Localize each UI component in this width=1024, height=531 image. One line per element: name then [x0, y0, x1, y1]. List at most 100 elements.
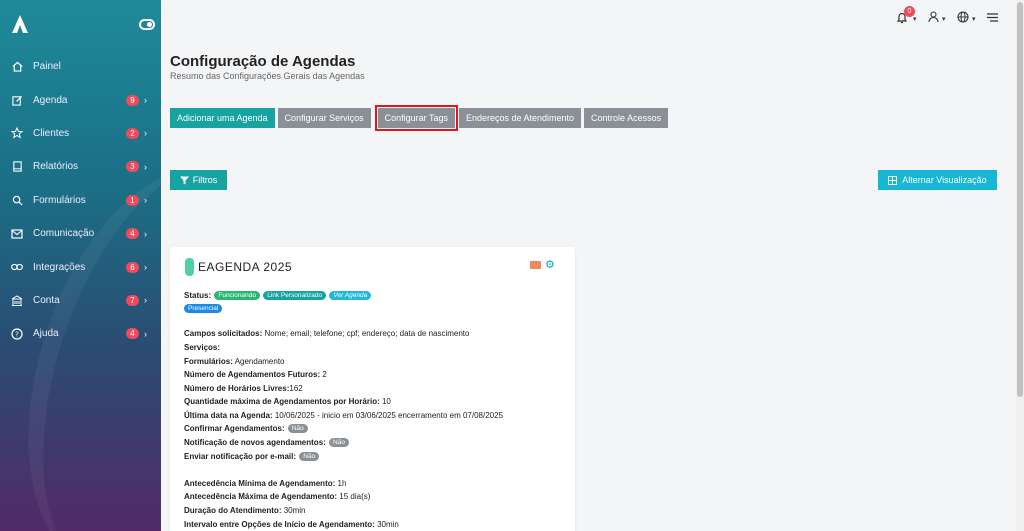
detail-label: Duração do Atendimento: — [184, 506, 282, 515]
globe-icon[interactable] — [957, 11, 969, 23]
detail-label: Antecedência Mínima de Agendamento: — [184, 479, 336, 488]
detail-value: Agendamento — [232, 357, 285, 366]
view-agenda-link[interactable]: Ver Agenda — [329, 291, 372, 301]
sidebar-toggle-icon[interactable] — [139, 19, 155, 30]
chevron-right-icon: › — [144, 161, 147, 172]
status-label: Status: — [184, 291, 212, 300]
sidebar-item-clientes[interactable]: Clientes 2 › — [0, 117, 161, 150]
sidebar-item-label: Ajuda — [33, 328, 59, 340]
no-badge: Não — [329, 438, 349, 448]
chevron-down-icon[interactable]: ▾ — [972, 15, 976, 23]
help-icon: ? — [11, 328, 23, 340]
detail-row: Número de Agendamentos Futuros: 2 — [184, 370, 327, 379]
status-marker — [185, 258, 194, 276]
mail-icon[interactable] — [530, 261, 541, 269]
detail-label: Serviços: — [184, 343, 221, 352]
agenda-card: EAGENDA 2025 ⚙ Status: Funcionando Link … — [170, 247, 575, 531]
detail-value: 10/06/2025 - inicio em 03/06/2025 encerr… — [272, 411, 503, 420]
page-subtitle: Resumo das Configurações Gerais das Agen… — [170, 71, 365, 81]
custom-link-badge[interactable]: Link Personalizado — [263, 291, 327, 301]
sidebar-item-comunicacao[interactable]: Comunicação 4 › — [0, 217, 161, 250]
sidebar-item-agenda[interactable]: Agenda 9 › — [0, 83, 161, 116]
count-badge: 3 — [126, 161, 139, 173]
detail-row: Notificação de novos agendamentos: Não — [184, 438, 349, 448]
toggle-view-button[interactable]: Alternar Visualização — [878, 170, 997, 190]
detail-row: Formulários: Agendamento — [184, 357, 285, 366]
detail-value: 1h — [335, 479, 347, 488]
configure-tags-button[interactable]: Configurar Tags — [374, 105, 458, 131]
sidebar-item-label: Comunicação — [33, 228, 95, 240]
detail-row: Confirmar Agendamentos: Não — [184, 424, 308, 434]
scrollbar-thumb[interactable] — [1017, 2, 1023, 397]
add-agenda-button[interactable]: Adicionar uma Agenda — [170, 108, 275, 128]
count-badge: 6 — [126, 261, 139, 273]
filters-label: Filtros — [192, 175, 218, 185]
detail-value: 30min — [374, 520, 399, 529]
sidebar-nav: Painel Agenda 9 › Clientes 2 › Relatório… — [0, 50, 161, 351]
building-icon — [11, 294, 23, 306]
book-icon — [11, 161, 23, 173]
sidebar-item-relatorios[interactable]: Relatórios 3 › — [0, 150, 161, 183]
link-icon — [11, 261, 23, 273]
sidebar-item-label: Integrações — [33, 261, 86, 273]
detail-value: Nome; email; telefone; cpf; endereço; da… — [262, 329, 470, 338]
svg-text:?: ? — [15, 330, 19, 338]
count-badge: 4 — [126, 328, 139, 340]
sidebar-item-ajuda[interactable]: ? Ajuda 4 › — [0, 317, 161, 350]
agenda-title: EAGENDA 2025 — [198, 260, 293, 274]
sidebar: Painel Agenda 9 › Clientes 2 › Relatório… — [0, 0, 161, 531]
detail-label: Última data na Agenda: — [184, 411, 273, 420]
service-addresses-button[interactable]: Endereços de Atendimento — [458, 108, 582, 128]
detail-label: Número de Horários Livres: — [184, 384, 290, 393]
detail-label: Campos solicitados: — [184, 329, 263, 338]
count-badge: 9 — [126, 94, 139, 106]
search-icon — [11, 194, 23, 206]
chevron-down-icon[interactable]: ▾ — [942, 15, 946, 23]
detail-label: Quantidade máxima de Agendamentos por Ho… — [184, 397, 380, 406]
detail-row: Número de Horários Livres:162 — [184, 384, 303, 393]
sidebar-item-label: Agenda — [33, 94, 68, 106]
detail-row: Antecedência Máxima de Agendamento: 15 d… — [184, 492, 370, 501]
sidebar-item-conta[interactable]: Conta 7 › — [0, 284, 161, 317]
settings-gear-icon[interactable]: ⚙ — [545, 258, 555, 271]
chevron-right-icon: › — [144, 262, 147, 273]
chevron-right-icon: › — [144, 328, 147, 339]
chevron-right-icon: › — [144, 95, 147, 106]
sidebar-item-label: Painel — [33, 61, 61, 73]
detail-label: Antecedência Máxima de Agendamento: — [184, 492, 338, 501]
detail-value: 162 — [289, 384, 303, 393]
status-badge: Funcionando — [214, 291, 260, 301]
no-badge: Não — [287, 424, 308, 434]
detail-row: Duração do Atendimento: 30min — [184, 506, 306, 515]
chevron-down-icon[interactable]: ▾ — [913, 15, 917, 23]
mail-icon — [11, 228, 23, 240]
page-scrollbar[interactable] — [1016, 0, 1024, 531]
sidebar-item-painel[interactable]: Painel — [0, 50, 161, 83]
chevron-right-icon: › — [144, 295, 147, 306]
filters-button[interactable]: Filtros — [170, 170, 227, 190]
sidebar-item-integracoes[interactable]: Integrações 6 › — [0, 250, 161, 283]
detail-label: Notificação de novos agendamentos: — [184, 438, 326, 447]
detail-row: Última data na Agenda: 10/06/2025 - inic… — [184, 411, 503, 420]
count-badge: 1 — [126, 194, 139, 206]
access-control-button[interactable]: Controle Acessos — [584, 108, 669, 128]
detail-label: Enviar notificação por e-mail: — [184, 452, 297, 461]
detail-row: Serviços: — [184, 343, 220, 352]
action-toolbar: Adicionar uma Agenda Configurar Serviços… — [170, 105, 669, 131]
menu-icon[interactable] — [987, 13, 998, 22]
detail-value: 10 — [379, 397, 391, 406]
detail-label: Formulários: — [184, 357, 233, 366]
detail-row: Antecedência Mínima de Agendamento: 1h — [184, 479, 346, 488]
app-logo[interactable] — [10, 14, 30, 34]
detail-value: 2 — [320, 370, 327, 379]
no-badge: Não — [299, 452, 320, 462]
sidebar-item-label: Conta — [33, 294, 60, 306]
sidebar-item-label: Clientes — [33, 127, 70, 139]
configure-services-button[interactable]: Configurar Serviços — [277, 108, 371, 128]
sidebar-item-formularios[interactable]: Formulários 1 › — [0, 184, 161, 217]
chevron-right-icon: › — [144, 228, 147, 239]
edit-icon — [11, 94, 23, 106]
detail-row: Campos solicitados: Nome; email; telefon… — [184, 329, 469, 338]
user-icon[interactable] — [928, 11, 939, 23]
detail-label: Número de Agendamentos Futuros: — [184, 370, 321, 379]
